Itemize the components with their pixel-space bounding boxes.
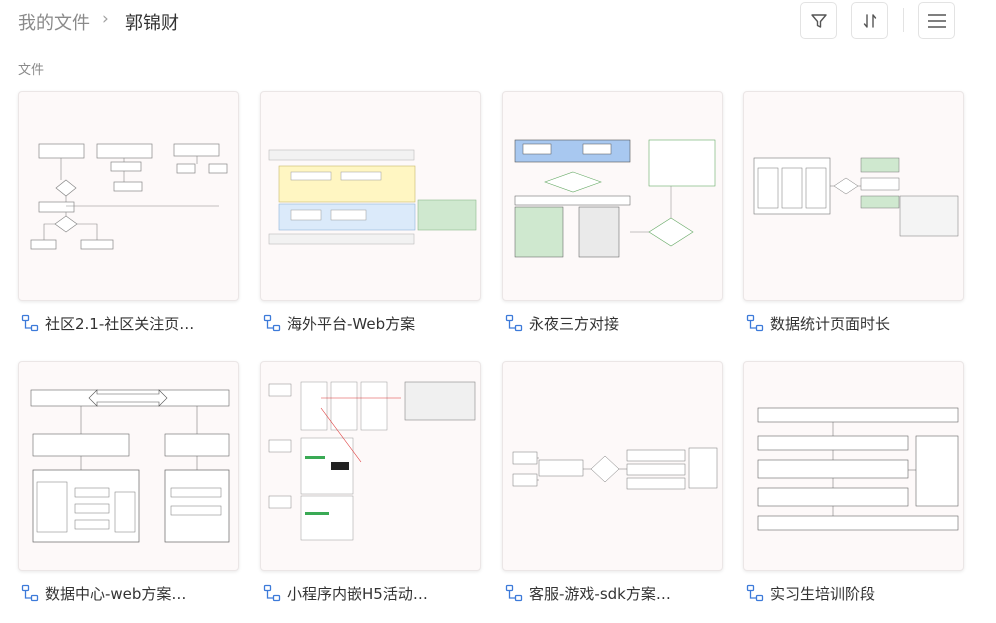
file-name: 数据中心-web方案…: [45, 584, 187, 603]
flowchart-icon: [505, 584, 523, 602]
file-title[interactable]: 数据中心-web方案…: [21, 582, 241, 604]
file-title[interactable]: 数据统计页面时长: [746, 312, 966, 334]
diagram-preview: [514, 139, 716, 258]
file-thumbnail[interactable]: [743, 361, 964, 571]
file-title[interactable]: 永夜三方对接: [505, 312, 725, 334]
diagram-preview: [30, 143, 228, 250]
diagram-preview: [30, 389, 230, 543]
file-thumbnail[interactable]: [502, 361, 723, 571]
flowchart-icon: [746, 314, 764, 332]
flowchart-icon: [21, 584, 39, 602]
file-thumbnail[interactable]: [18, 91, 239, 301]
file-thumbnail[interactable]: [260, 91, 481, 301]
menu-icon: [927, 13, 946, 28]
flowchart-icon: [263, 314, 281, 332]
sort-button[interactable]: [851, 2, 888, 39]
file-title[interactable]: 社区2.1-社区关注页…: [21, 312, 241, 334]
diagram-preview: [268, 381, 476, 541]
diagram-preview: [268, 149, 477, 245]
header: 我的文件 › 郭锦财: [0, 0, 996, 44]
breadcrumb-separator: ›: [102, 9, 109, 29]
flowchart-icon: [21, 314, 39, 332]
filter-button[interactable]: [800, 2, 837, 39]
file-thumbnail[interactable]: [743, 91, 964, 301]
file-thumbnail[interactable]: [18, 361, 239, 571]
file-name: 实习生培训阶段: [770, 584, 876, 603]
file-title[interactable]: 实习生培训阶段: [746, 582, 966, 604]
file-name: 永夜三方对接: [529, 314, 620, 333]
flowchart-icon: [263, 584, 281, 602]
flowchart-icon: [746, 584, 764, 602]
file-title[interactable]: 海外平台-Web方案: [263, 312, 483, 334]
toolbar-divider: [903, 8, 904, 32]
diagram-preview: [512, 447, 718, 490]
diagram-preview: [757, 407, 959, 531]
file-name: 海外平台-Web方案: [287, 314, 416, 333]
flowchart-icon: [505, 314, 523, 332]
file-name: 数据统计页面时长: [770, 314, 891, 333]
file-title[interactable]: 小程序内嵌H5活动…: [263, 582, 483, 604]
menu-button[interactable]: [918, 2, 955, 39]
file-thumbnail[interactable]: [260, 361, 481, 571]
section-label: 文件: [18, 63, 45, 78]
breadcrumb-current: 郭锦财: [125, 13, 179, 34]
file-name: 小程序内嵌H5活动…: [287, 584, 428, 603]
diagram-preview: [753, 157, 959, 237]
sort-icon: [863, 13, 876, 28]
filter-icon: [810, 13, 827, 28]
file-thumbnail[interactable]: [502, 91, 723, 301]
file-name: 客服-游戏-sdk方案…: [529, 584, 671, 603]
file-title[interactable]: 客服-游戏-sdk方案…: [505, 582, 725, 604]
file-name: 社区2.1-社区关注页…: [45, 314, 195, 333]
breadcrumb-root[interactable]: 我的文件: [18, 9, 90, 35]
